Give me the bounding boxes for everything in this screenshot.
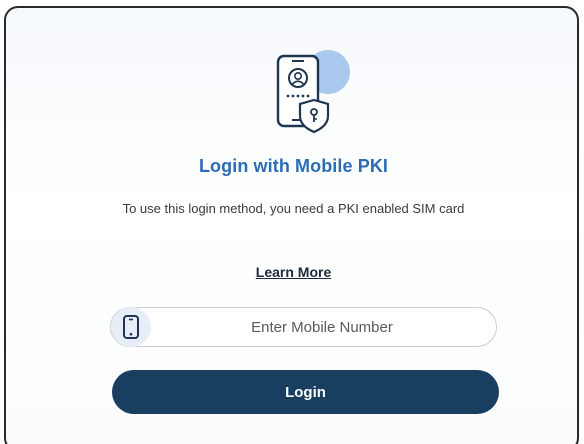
learn-more-link[interactable]: Learn More (256, 264, 331, 280)
mobile-phone-icon (111, 307, 151, 347)
mobile-number-field[interactable] (110, 307, 497, 347)
page-title: Login with Mobile PKI (198, 156, 389, 176)
mobile-number-input[interactable] (159, 308, 485, 346)
learn-more-row: Learn More (6, 264, 577, 280)
pki-login-card: Login with Mobile PKI To use this login … (4, 6, 579, 444)
mobile-pki-icon (266, 46, 362, 142)
login-button[interactable]: Login (112, 370, 499, 414)
description-text: To use this login method, you need a PKI… (122, 201, 465, 216)
